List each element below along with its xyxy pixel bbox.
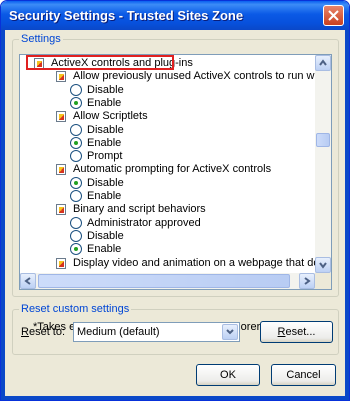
setting-icon xyxy=(56,111,66,122)
setting-icon xyxy=(56,258,66,269)
settings-group-label: Settings xyxy=(19,33,63,45)
reset-level-dropdown[interactable]: Medium (default) xyxy=(73,322,240,342)
radio-button[interactable] xyxy=(70,124,82,136)
setting-icon xyxy=(56,204,66,215)
radio-selected[interactable] xyxy=(70,137,82,149)
tree-item-label: Enable xyxy=(87,190,122,202)
window-title: Security Settings - Trusted Sites Zone xyxy=(9,8,244,23)
close-icon xyxy=(328,10,339,21)
reset-group-label: Reset custom settings xyxy=(19,303,132,315)
security-settings-window: Security Settings - Trusted Sites Zone S… xyxy=(0,0,350,401)
reset-level-value: Medium (default) xyxy=(77,326,160,338)
tree-item-label: Disable xyxy=(87,230,124,242)
radio-button[interactable] xyxy=(70,230,82,242)
scroll-left-button[interactable] xyxy=(20,273,36,289)
horizontal-scroll-thumb[interactable] xyxy=(38,274,290,288)
tree-item-label: Binary and script behaviors xyxy=(73,203,206,215)
settings-tree[interactable]: ActiveX controls and plug-ins Allow previ… xyxy=(19,54,332,290)
cancel-button[interactable]: Cancel xyxy=(271,364,336,386)
tree-item-label: Prompt xyxy=(87,150,123,162)
tree-item-label: Allow Scriptlets xyxy=(73,110,148,122)
reset-to-label: Reset to: xyxy=(21,326,65,338)
tree-item-label: Enable xyxy=(87,137,122,149)
vertical-scroll-thumb[interactable] xyxy=(316,133,330,147)
tree-item-label: Automatic prompting for ActiveX controls xyxy=(73,163,272,175)
dropdown-button[interactable] xyxy=(222,324,238,340)
reset-group: Reset custom settings Reset to: Medium (… xyxy=(12,303,339,355)
radio-selected[interactable] xyxy=(70,243,82,255)
scroll-up-button[interactable] xyxy=(315,55,331,71)
reset-button[interactable]: Reset... xyxy=(260,321,333,343)
radio-button[interactable] xyxy=(70,217,82,229)
highlight-annotation xyxy=(26,55,174,70)
tree-item-label: Disable xyxy=(87,177,124,189)
radio-selected[interactable] xyxy=(70,97,82,109)
reset-to-label-accel: R xyxy=(21,326,29,338)
radio-button[interactable] xyxy=(70,190,82,202)
arrow-down-icon xyxy=(319,262,327,269)
tree-item-label: Allow previously unused ActiveX controls… xyxy=(73,70,331,82)
reset-to-label-rest: eset to: xyxy=(28,326,66,338)
window-border-right xyxy=(345,30,349,400)
close-button[interactable] xyxy=(323,5,344,26)
ok-button[interactable]: OK xyxy=(196,364,260,386)
tree-item-label: Enable xyxy=(87,243,122,255)
tree-item-label: Display video and animation on a webpage… xyxy=(73,257,331,269)
arrow-left-icon xyxy=(24,277,31,285)
scrollbar-corner xyxy=(315,273,331,289)
scroll-down-button[interactable] xyxy=(315,257,331,273)
window-border-bottom xyxy=(1,396,349,400)
reset-button-rest: eset... xyxy=(285,326,316,338)
window-border-left xyxy=(1,30,5,400)
arrow-right-icon xyxy=(304,277,311,285)
tree-item-label: Disable xyxy=(87,124,124,136)
tree-item-label: Administrator approved xyxy=(87,217,201,229)
horizontal-scrollbar[interactable] xyxy=(20,273,315,289)
setting-icon xyxy=(56,164,66,175)
tree-item-label: Enable xyxy=(87,97,122,109)
scroll-right-button[interactable] xyxy=(299,273,315,289)
vertical-scrollbar[interactable] xyxy=(315,55,331,273)
settings-group: Settings ActiveX controls and plug-ins Al… xyxy=(12,33,339,333)
radio-button[interactable] xyxy=(70,150,82,162)
chevron-down-icon xyxy=(226,329,234,335)
radio-button[interactable] xyxy=(70,84,82,96)
radio-selected[interactable] xyxy=(70,177,82,189)
setting-icon xyxy=(56,71,66,82)
arrow-up-icon xyxy=(319,59,327,66)
tree-item-label: Disable xyxy=(87,84,124,96)
title-bar[interactable]: Security Settings - Trusted Sites Zone xyxy=(1,1,349,30)
